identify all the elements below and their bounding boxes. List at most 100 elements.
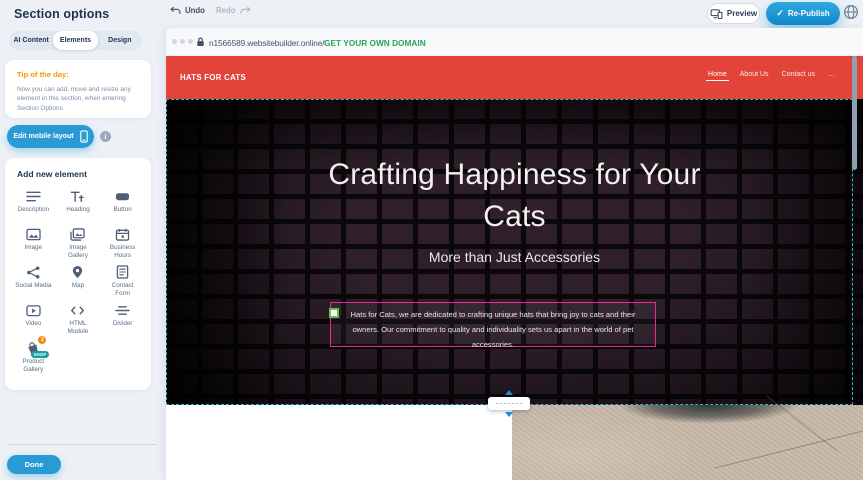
browser-bar: n1566589.websitebuilder.online/ GET YOUR… [166,28,863,56]
republish-button[interactable]: ✓ Re-Publish [766,2,840,25]
video-icon [26,303,41,317]
element-tile-description[interactable]: Description [11,187,56,225]
nav-item-home[interactable]: Home [708,71,727,81]
selected-text-element[interactable]: Hats for Cats, we are dedicated to craft… [330,302,656,347]
republish-label: Re-Publish [788,9,830,18]
redo-icon [240,6,251,15]
shop-bag-icon: 2 SHOP [26,341,40,355]
sidebar-tabbar: AI Content Elements Design [9,31,142,50]
hero-heading[interactable]: Crafting Happiness for Your Cats [315,154,715,238]
tab-ai-content[interactable]: AI Content [9,31,53,50]
element-tile-social-media[interactable]: Social Media [11,263,56,301]
nav-more-icon[interactable]: … [828,71,835,81]
element-tile-map[interactable]: Map [56,263,101,301]
lock-icon [196,37,205,47]
carpet-cat-image [512,405,863,480]
redo-button[interactable]: Redo [216,6,251,15]
heading-icon [70,189,85,203]
devices-icon [710,9,723,19]
edit-mobile-layout-button[interactable]: Edit mobile layout [7,125,94,148]
carpet-seam [714,426,863,468]
element-tile-business-hours[interactable]: Business Hours [100,225,145,263]
image-icon [26,227,41,241]
element-label: Video [25,320,41,328]
form-icon [116,265,129,279]
element-label: Heading [66,206,89,214]
add-panel-title: Add new element [17,169,87,179]
code-icon [70,303,85,317]
element-tile-video[interactable]: Video [11,301,56,339]
element-label: Business Hours [108,244,138,260]
preview-scrollbar[interactable] [852,56,857,170]
nav-item-about[interactable]: About Us [740,71,769,81]
page-title: Section options [14,7,109,21]
element-label: Description [18,206,50,214]
element-tile-image-gallery[interactable]: Image Gallery [56,225,101,263]
element-label: Image Gallery [63,244,93,260]
new-count-badge: 2 [38,336,46,344]
element-label: HTML Module [63,320,93,336]
element-label: Image [25,244,43,252]
element-tile-divider[interactable]: Divider [100,301,145,339]
text-lines-icon [26,189,41,203]
window-dot-icon [172,39,177,44]
phone-icon [80,130,88,143]
hero-subheading[interactable]: More than Just Accessories [315,249,715,265]
window-dot-icon [180,39,185,44]
tab-elements[interactable]: Elements [53,31,97,50]
tip-body: Now you can add, move and resize any ele… [17,85,143,113]
element-tile-image[interactable]: Image [11,225,56,263]
map-pin-icon [71,265,84,279]
website-builder-app: Section options Undo Redo Preview ✓ Re-P… [0,0,863,480]
site-nav: Home About Us Contact us … [708,71,835,81]
site-header[interactable]: HATS FOR CATS Home About Us Contact us … [166,56,863,99]
share-icon [26,265,41,279]
element-tile-button[interactable]: Button [100,187,145,225]
element-tile-contact-form[interactable]: Contact Form [100,263,145,301]
language-globe-icon[interactable] [843,4,859,20]
sidebar-divider [8,444,156,445]
shop-tag-badge: SHOP [31,351,50,358]
nav-item-contact[interactable]: Contact us [782,71,815,81]
element-tile-product-gallery[interactable]: 2 SHOP Product Gallery [11,339,56,377]
site-logo[interactable]: HATS FOR CATS [180,73,246,82]
element-label: Divider [113,320,133,328]
element-label: Contact Form [108,282,138,298]
done-button[interactable]: Done [7,455,61,474]
info-icon[interactable]: i [100,131,111,142]
element-label: Product Gallery [18,358,48,374]
element-grid: Description Heading Button Image [11,187,145,377]
section-height-resize-handle[interactable] [488,390,530,420]
image-gallery-icon [70,227,85,241]
get-domain-link[interactable]: GET YOUR OWN DOMAIN [324,38,426,48]
calendar-icon [115,227,130,241]
element-tile-heading[interactable]: Heading [56,187,101,225]
divider-icon [115,303,130,317]
hero-section[interactable]: Crafting Happiness for Your Cats More th… [166,99,863,405]
check-icon: ✓ [776,8,784,19]
redo-label: Redo [216,6,236,15]
tab-design[interactable]: Design [98,31,142,50]
undo-icon [170,6,181,15]
tip-title: Tip of the day: [17,70,139,79]
undo-label: Undo [185,6,205,15]
element-label: Map [72,282,84,290]
resize-handle-icon[interactable] [329,308,339,318]
window-dot-icon [188,39,193,44]
element-label: Social Media [15,282,51,290]
button-icon [115,189,130,203]
arrow-up-icon [505,390,513,395]
drag-grip-icon [488,397,530,410]
edit-mobile-label: Edit mobile layout [13,133,73,140]
add-new-element-panel: Add new element Description Heading Butt… [5,158,151,390]
undo-button[interactable]: Undo [170,6,205,15]
element-label: Button [114,206,132,214]
preview-label: Preview [727,9,757,18]
site-url[interactable]: n1566589.websitebuilder.online/ [209,38,324,48]
hero-paragraph: Hats for Cats, we are dedicated to craft… [341,308,645,352]
site-preview-window: n1566589.websitebuilder.online/ GET YOUR… [166,28,863,480]
tip-of-the-day-card: Tip of the day: Now you can add, move an… [5,60,151,118]
preview-button[interactable]: Preview [707,3,760,24]
element-tile-html-module[interactable]: HTML Module [56,301,101,339]
website-canvas: HATS FOR CATS Home About Us Contact us …… [166,56,863,480]
